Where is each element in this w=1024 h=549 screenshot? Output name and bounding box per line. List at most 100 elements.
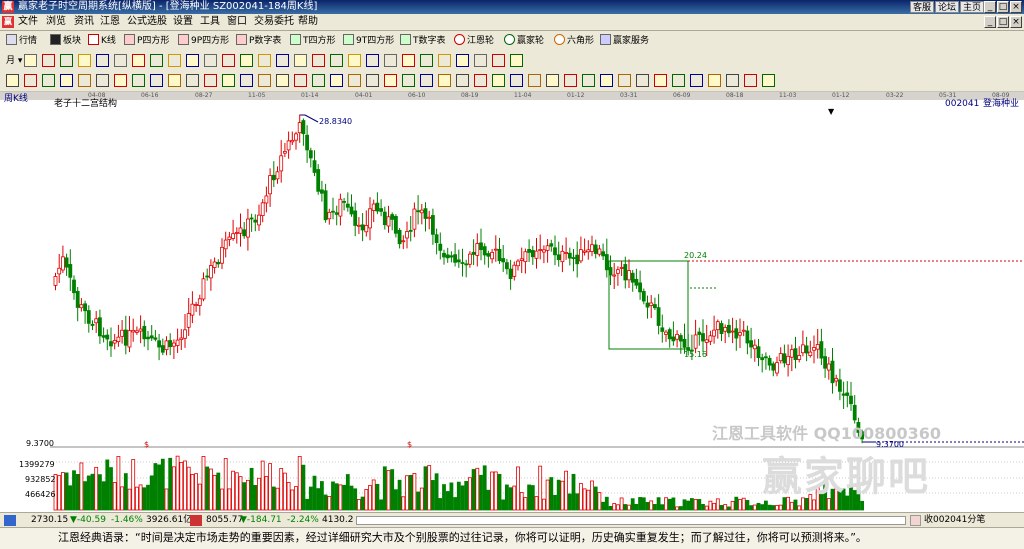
drawing-tool-7-icon[interactable] — [132, 74, 145, 87]
analysis-tool-26-icon[interactable] — [492, 54, 505, 67]
shenzhen-index-icon[interactable] — [190, 515, 202, 526]
toolbar-t-square[interactable]: T四方形 — [290, 34, 336, 48]
drawing-tool-19-icon[interactable] — [348, 74, 361, 87]
drawing-tool-22-icon[interactable] — [402, 74, 415, 87]
menu-file[interactable]: 文件 — [18, 15, 38, 29]
menu-formula[interactable]: 公式选股 — [127, 15, 167, 29]
drawing-tool-28-icon[interactable] — [510, 74, 523, 87]
drawing-tool-42-icon[interactable] — [762, 74, 775, 87]
menu-trade[interactable]: 交易委托 — [254, 15, 294, 29]
drawing-tool-26-icon[interactable] — [474, 74, 487, 87]
analysis-tool-11-icon[interactable] — [222, 54, 235, 67]
drawing-tool-20-icon[interactable] — [366, 74, 379, 87]
drawing-tool-33-icon[interactable] — [600, 74, 613, 87]
toolbar-winner-wheel[interactable]: 赢家轮 — [504, 34, 544, 48]
menu-window[interactable]: 窗口 — [227, 15, 247, 29]
toolbar-9p-square[interactable]: 9P四方形 — [178, 34, 229, 48]
analysis-tool-0-icon[interactable] — [24, 54, 37, 67]
toolbar-p-square[interactable]: P四方形 — [124, 34, 169, 48]
toolbar-quotes[interactable]: 行情 — [6, 34, 37, 48]
service-link[interactable]: 客服 — [910, 1, 934, 13]
analysis-tool-9-icon[interactable] — [186, 54, 199, 67]
analysis-tool-19-icon[interactable] — [366, 54, 379, 67]
analysis-tool-6-icon[interactable] — [132, 54, 145, 67]
toolbar-p-table[interactable]: P数字表 — [236, 34, 281, 48]
drawing-tool-38-icon[interactable] — [690, 74, 703, 87]
drawing-tool-11-icon[interactable] — [204, 74, 217, 87]
analysis-tool-22-icon[interactable] — [420, 54, 433, 67]
toolbar-gann-wheel[interactable]: 江恩轮 — [454, 34, 494, 48]
forum-link[interactable]: 论坛 — [935, 1, 959, 13]
analysis-tool-2-icon[interactable] — [60, 54, 73, 67]
toolbar-winner-service[interactable]: 赢家服务 — [600, 34, 649, 48]
drawing-tool-10-icon[interactable] — [186, 74, 199, 87]
drawing-tool-24-icon[interactable] — [438, 74, 451, 87]
drawing-tool-2-icon[interactable] — [42, 74, 55, 87]
drawing-tool-17-icon[interactable] — [312, 74, 325, 87]
drawing-tool-25-icon[interactable] — [456, 74, 469, 87]
analysis-tool-7-icon[interactable] — [150, 54, 163, 67]
doc-close-button[interactable]: × — [1010, 16, 1022, 28]
menu-help[interactable]: 帮助 — [298, 15, 318, 29]
drawing-tool-32-icon[interactable] — [582, 74, 595, 87]
analysis-tool-13-icon[interactable] — [258, 54, 271, 67]
maximize-button[interactable]: □ — [997, 1, 1009, 13]
drawing-tool-12-icon[interactable] — [222, 74, 235, 87]
drawing-tool-5-icon[interactable] — [96, 74, 109, 87]
horizontal-scrollbar[interactable] — [356, 516, 906, 525]
doc-minimize-button[interactable]: _ — [984, 16, 996, 28]
homepage-link[interactable]: 主页 — [960, 1, 984, 13]
menu-tools[interactable]: 工具 — [200, 15, 220, 29]
toolbar-kline[interactable]: K线 — [88, 34, 116, 48]
drawing-tool-3-icon[interactable] — [60, 74, 73, 87]
drawing-tool-30-icon[interactable] — [546, 74, 559, 87]
analysis-tool-16-icon[interactable] — [312, 54, 325, 67]
drawing-tool-36-icon[interactable] — [654, 74, 667, 87]
minimize-button[interactable]: _ — [984, 1, 996, 13]
drawing-tool-27-icon[interactable] — [492, 74, 505, 87]
drawing-tool-29-icon[interactable] — [528, 74, 541, 87]
drawing-tool-41-icon[interactable] — [744, 74, 757, 87]
doc-restore-button[interactable]: □ — [997, 16, 1009, 28]
drawing-tool-34-icon[interactable] — [618, 74, 631, 87]
drawing-tool-13-icon[interactable] — [240, 74, 253, 87]
analysis-tool-23-icon[interactable] — [438, 54, 451, 67]
drawing-tool-23-icon[interactable] — [420, 74, 433, 87]
analysis-tool-27-icon[interactable] — [510, 54, 523, 67]
analysis-tool-14-icon[interactable] — [276, 54, 289, 67]
toolbar-hexagon[interactable]: 六角形 — [554, 34, 594, 48]
analysis-tool-20-icon[interactable] — [384, 54, 397, 67]
analysis-tool-1-icon[interactable] — [42, 54, 55, 67]
drawing-tool-35-icon[interactable] — [636, 74, 649, 87]
period-select[interactable]: 月 ▾ — [6, 54, 22, 68]
drawing-tool-31-icon[interactable] — [564, 74, 577, 87]
analysis-tool-24-icon[interactable] — [456, 54, 469, 67]
drawing-tool-15-icon[interactable] — [276, 74, 289, 87]
drawing-tool-6-icon[interactable] — [114, 74, 127, 87]
analysis-tool-4-icon[interactable] — [96, 54, 109, 67]
analysis-tool-25-icon[interactable] — [474, 54, 487, 67]
analysis-tool-5-icon[interactable] — [114, 54, 127, 67]
close-button[interactable]: × — [1010, 1, 1022, 13]
drawing-tool-0-icon[interactable] — [6, 74, 19, 87]
drawing-tool-14-icon[interactable] — [258, 74, 271, 87]
drawing-tool-39-icon[interactable] — [708, 74, 721, 87]
analysis-tool-15-icon[interactable] — [294, 54, 307, 67]
analysis-tool-8-icon[interactable] — [168, 54, 181, 67]
analysis-tool-12-icon[interactable] — [240, 54, 253, 67]
drawing-tool-18-icon[interactable] — [330, 74, 343, 87]
analysis-tool-17-icon[interactable] — [330, 54, 343, 67]
toolbar-t-table[interactable]: T数字表 — [400, 34, 446, 48]
analysis-tool-21-icon[interactable] — [402, 54, 415, 67]
menu-info[interactable]: 资讯 — [74, 15, 94, 29]
drawing-tool-40-icon[interactable] — [726, 74, 739, 87]
drawing-tool-4-icon[interactable] — [78, 74, 91, 87]
menu-settings[interactable]: 设置 — [173, 15, 193, 29]
drawing-tool-9-icon[interactable] — [168, 74, 181, 87]
drawing-tool-21-icon[interactable] — [384, 74, 397, 87]
drawing-tool-8-icon[interactable] — [150, 74, 163, 87]
analysis-tool-3-icon[interactable] — [78, 54, 91, 67]
tick-data-label[interactable]: 收002041分笔 — [924, 513, 985, 528]
menu-gann[interactable]: 江恩 — [100, 15, 120, 29]
shanghai-index-icon[interactable] — [4, 515, 16, 526]
